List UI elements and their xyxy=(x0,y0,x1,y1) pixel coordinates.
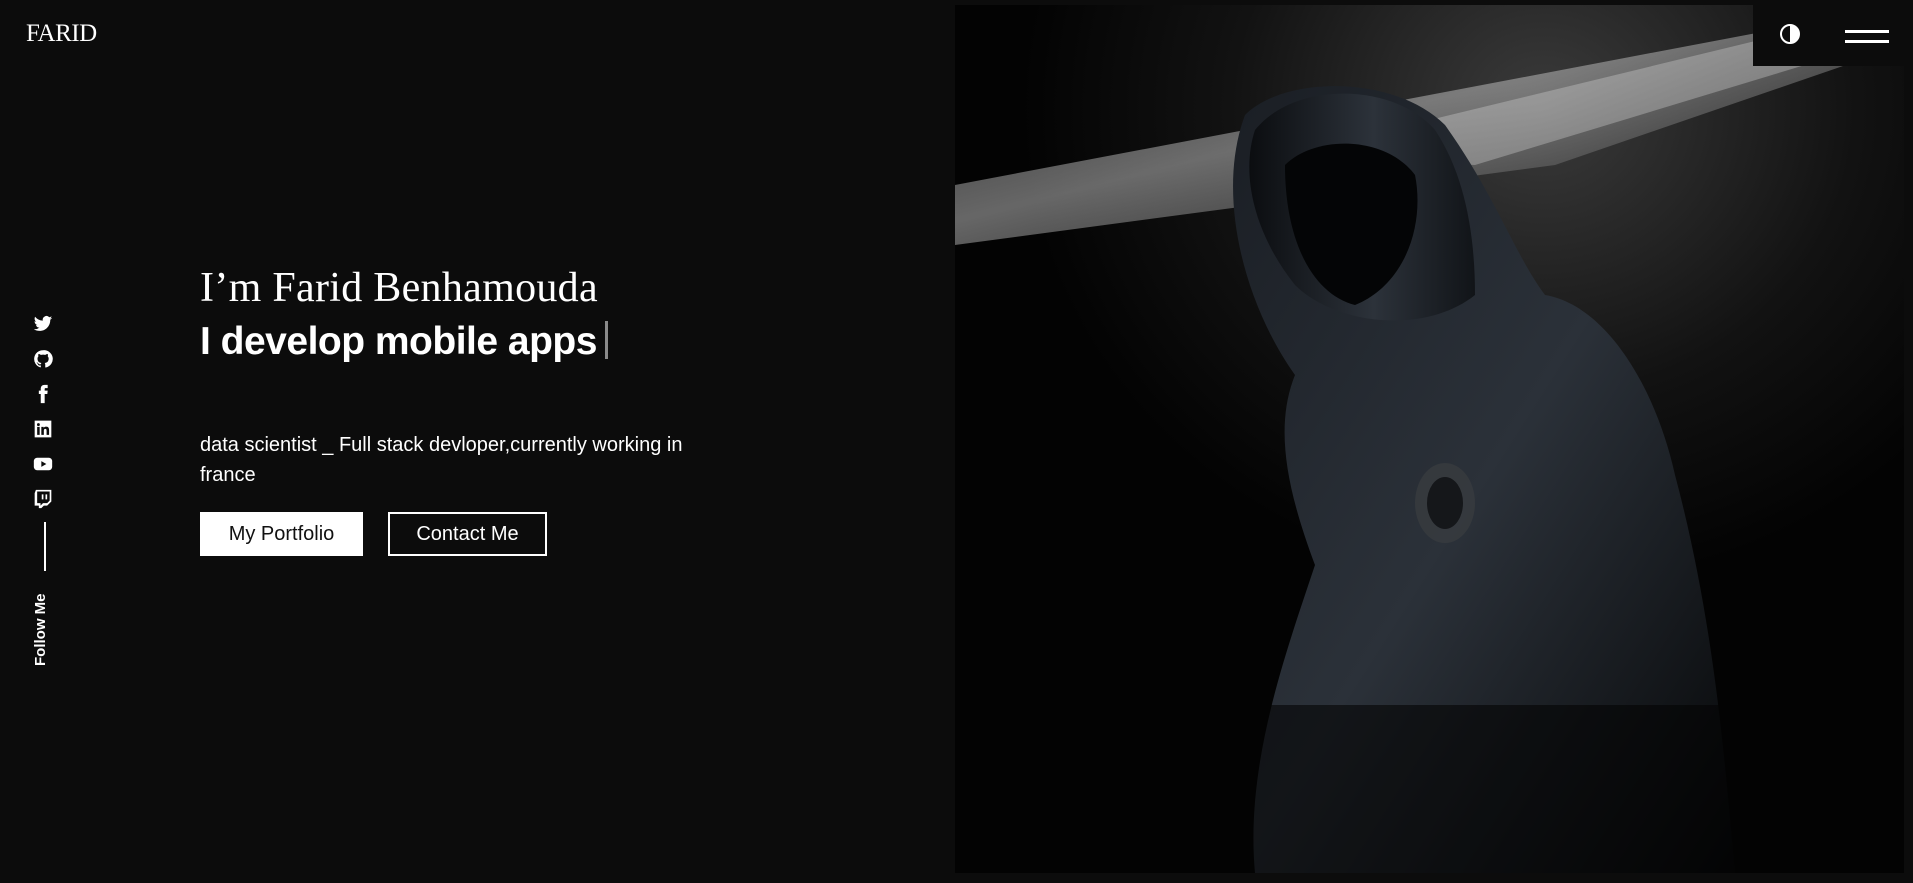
facebook-icon[interactable] xyxy=(33,384,53,404)
twitter-icon[interactable] xyxy=(33,314,53,334)
typing-cursor xyxy=(604,321,608,359)
hero-photo xyxy=(955,5,1904,873)
hero-section: I’m Farid Benhamouda I develop mobile ap… xyxy=(200,262,760,556)
hero-greeting: I’m Farid Benhamouda xyxy=(200,265,598,311)
social-links xyxy=(33,314,55,524)
hero-headline: I develop mobile apps xyxy=(200,316,760,368)
menu-line-top xyxy=(1845,30,1889,33)
linkedin-icon[interactable] xyxy=(33,419,53,439)
hero-bio: data scientist _ Full stack devloper,cur… xyxy=(200,434,683,486)
menu-line-bottom xyxy=(1845,40,1889,43)
page: FARID Follow Me I’m Farid Benhamouda I d… xyxy=(0,0,1913,883)
top-controls xyxy=(1753,0,1913,66)
youtube-icon[interactable] xyxy=(33,454,53,474)
hero-headline-text: I develop mobile apps xyxy=(200,320,597,363)
hamburger-menu-icon[interactable] xyxy=(1845,28,1889,46)
portfolio-button[interactable]: My Portfolio xyxy=(200,512,363,556)
twitch-icon[interactable] xyxy=(33,489,53,509)
hero-actions: My Portfolio Contact Me xyxy=(200,512,760,556)
follow-me-label: Follow Me xyxy=(32,593,49,667)
site-logo[interactable]: FARID xyxy=(26,20,97,48)
github-icon[interactable] xyxy=(33,349,53,369)
social-divider xyxy=(44,522,46,571)
contrast-icon[interactable] xyxy=(1779,23,1801,45)
contact-button[interactable]: Contact Me xyxy=(388,512,547,556)
